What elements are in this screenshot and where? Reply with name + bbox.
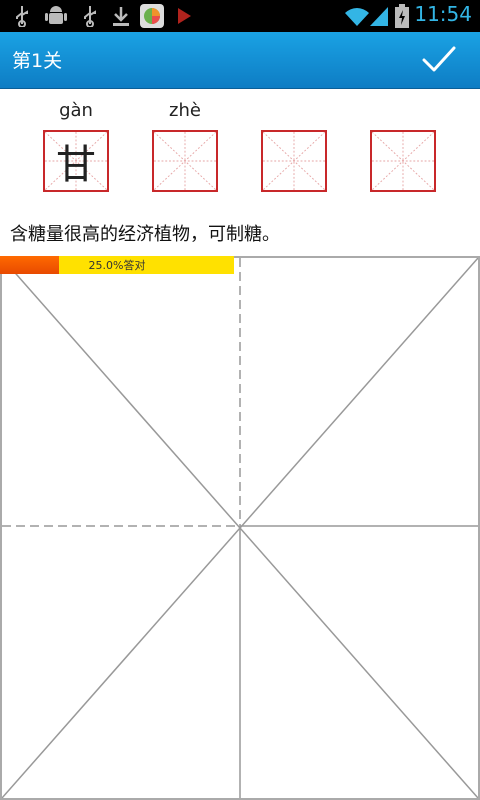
wifi-icon xyxy=(344,4,370,28)
status-bar: 11:54 xyxy=(0,0,480,32)
level-title: 第1关 xyxy=(12,50,63,72)
writing-canvas[interactable] xyxy=(0,256,480,800)
checkmark-icon xyxy=(422,46,456,72)
pinyin-label: zhè xyxy=(169,100,201,121)
answered-character: 甘 xyxy=(56,142,96,188)
character-box[interactable] xyxy=(370,130,436,192)
clock: 11:54 xyxy=(414,2,472,26)
character-box[interactable] xyxy=(261,130,327,192)
answered-character xyxy=(263,132,325,190)
pinyin-label: gàn xyxy=(59,100,93,121)
play-icon xyxy=(174,4,194,28)
character-box[interactable]: 甘 xyxy=(43,130,109,192)
android-debug-icon xyxy=(44,4,68,28)
answered-character xyxy=(372,132,434,190)
accuracy-progress-bar: 25.0%答对 xyxy=(0,256,234,274)
writing-guide-lines xyxy=(2,258,478,798)
usb-icon xyxy=(12,4,32,28)
signal-icon xyxy=(368,4,390,28)
confirm-button[interactable] xyxy=(422,44,456,74)
battery-charging-icon xyxy=(394,4,410,28)
app-icon xyxy=(140,4,164,28)
progress-label: 25.0%答对 xyxy=(88,259,146,272)
usb-icon xyxy=(80,4,100,28)
title-bar: 第1关 xyxy=(0,32,480,89)
hint-sentence: 含糖量很高的经济植物，可制糖。 xyxy=(10,224,280,245)
character-box[interactable] xyxy=(152,130,218,192)
download-icon xyxy=(110,4,132,28)
answered-character xyxy=(154,132,216,190)
